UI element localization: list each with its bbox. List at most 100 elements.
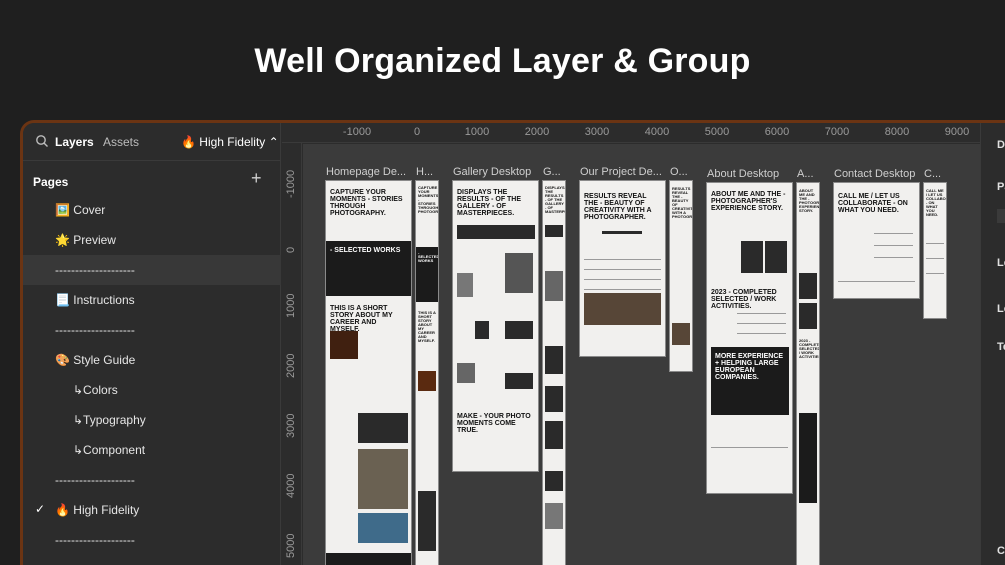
frame-headline: 2023 - COMPLETED SELECTED / WORK ACTIVIT… (711, 289, 777, 310)
page-item-label: ↳Typography (73, 413, 146, 427)
ruler-tick: 0 (285, 246, 297, 253)
page-item-style-guide[interactable]: 🎨 Style Guide (23, 345, 281, 375)
panel-section-label[interactable]: Lo (997, 257, 1005, 269)
current-page-dropdown[interactable]: 🔥 High Fidelity ⌃ (181, 135, 279, 149)
divider-line (584, 259, 661, 260)
frame-label[interactable]: Our Project De... (580, 166, 665, 178)
divider-line (584, 289, 661, 290)
design-canvas[interactable]: Homepage De... CAPTURE YOUR MOMENTS - ST… (303, 144, 980, 565)
page-item-label: -------------------- (55, 323, 135, 337)
form-field-line (874, 245, 913, 246)
frame-label[interactable]: C... (924, 168, 946, 180)
panel-section-label[interactable]: Pa (997, 181, 1005, 193)
page-item-instructions[interactable]: 📃 Instructions (23, 285, 281, 315)
horizontal-ruler: -1000 0 1000 2000 3000 4000 5000 6000 70… (282, 123, 1005, 143)
frame-headline: MORE EXPERIENCE + HELPING LARGE EUROPEAN… (715, 353, 784, 381)
page-item-preview[interactable]: 🌟 Preview (23, 225, 281, 255)
frame-gallery-mobile[interactable]: DISPLAYS THE RESULTS - OF THE GALLERY - … (542, 180, 566, 565)
divider-line (584, 269, 661, 270)
thumbnail-image (545, 271, 563, 301)
project-image (584, 293, 661, 325)
ruler-tick: 1000 (285, 293, 297, 318)
thumbnail-image (475, 321, 489, 339)
page-item-divider[interactable]: -------------------- (23, 465, 281, 495)
thumbnail-image (545, 471, 563, 491)
tab-layers[interactable]: Layers (55, 135, 94, 149)
divider-line (737, 313, 786, 314)
frame-contact-desktop[interactable]: CALL ME / LET US COLLABORATE - ON WHAT Y… (833, 182, 920, 299)
frame-homepage-mobile[interactable]: CAPTURE YOUR MOMENTS - STORIES THROUGH P… (415, 180, 439, 565)
divider-line (711, 447, 788, 448)
frame-label[interactable]: Contact Desktop (834, 168, 919, 180)
frame-label[interactable]: A... (797, 168, 819, 180)
frame-label[interactable]: Gallery Desktop (453, 166, 538, 178)
page-item-typography[interactable]: ↳Typography (23, 405, 281, 435)
thumbnail-image (358, 513, 408, 543)
frame-gallery-desktop[interactable]: DISPLAYS THE RESULTS - OF THE GALLERY - … (452, 180, 539, 472)
ruler-tick: 3000 (285, 413, 297, 438)
frame-headline: DISPLAYS THE RESULTS - OF THE GALLERY - … (545, 185, 565, 214)
ruler-tick: -1000 (342, 126, 372, 138)
ruler-tick: 1000 (464, 126, 490, 138)
frame-headline: RESULTS REVEAL THE - BEAUTY OF CREATIVIT… (672, 186, 692, 219)
image-strip (457, 225, 535, 239)
page-item-high-fidelity[interactable]: ✓ 🔥 High Fidelity (23, 495, 281, 525)
thumbnail-image (545, 503, 563, 529)
frame-homepage-desktop[interactable]: CAPTURE YOUR MOMENTS - STORIES THROUGH P… (325, 180, 412, 565)
frame-label[interactable]: About Desktop (707, 168, 792, 180)
search-icon[interactable] (35, 134, 49, 148)
panel-section-label[interactable]: Lo (997, 303, 1005, 315)
ruler-tick: 7000 (824, 126, 850, 138)
frame-headline: DISPLAYS THE RESULTS - OF THE GALLERY - … (457, 189, 522, 217)
page-item-colors[interactable]: ↳Colors (23, 375, 281, 405)
frame-about-mobile[interactable]: ABOUT ME AND THE - PHOTOGRAPHER'S EXPERI… (796, 182, 820, 565)
ruler-tick: 5000 (704, 126, 730, 138)
frame-label[interactable]: G... (543, 166, 565, 178)
frame-headline: CALL ME / LET US COLLABORATE - ON WHAT Y… (838, 193, 908, 214)
page-item-divider[interactable]: -------------------- (23, 315, 281, 345)
vertical-ruler: -1000 0 1000 2000 3000 4000 5000 (282, 143, 302, 565)
panel-section-label[interactable]: Te (997, 341, 1005, 353)
panel-section-label[interactable]: De (997, 139, 1005, 151)
thumbnail-image (330, 331, 358, 359)
frame-headline: THIS IS A SHORT STORY ABOUT MY CAREER AN… (418, 310, 436, 343)
frame-headline: - SELECTED WORKS (418, 250, 438, 263)
frame-label[interactable]: O... (670, 166, 692, 178)
frame-headline: THIS IS A SHORT STORY ABOUT MY CAREER AN… (330, 305, 393, 333)
sidebar-tabs: Layers Assets 🔥 High Fidelity ⌃ (23, 123, 280, 161)
pages-heading: Pages (33, 175, 69, 189)
frame-label[interactable]: H... (416, 166, 438, 178)
page-item-label: -------------------- (55, 473, 135, 487)
frame-headline: - SELECTED WORKS (330, 247, 401, 254)
divider-line (584, 279, 661, 280)
design-panel: De Pa Lo Lo Te Co (980, 123, 1005, 565)
ruler-tick: 9000 (944, 126, 970, 138)
portrait-image (765, 241, 787, 273)
frame-label[interactable]: Homepage De... (326, 166, 411, 178)
banner: Well Organized Layer & Group (0, 0, 1005, 120)
page-item-divider[interactable]: -------------------- (23, 525, 281, 555)
panel-section-label[interactable]: Co (997, 545, 1005, 557)
frame-project-mobile[interactable]: RESULTS REVEAL THE - BEAUTY OF CREATIVIT… (669, 180, 693, 372)
frame-headline: ABOUT ME AND THE - PHOTOGRAPHER'S EXPERI… (799, 188, 819, 213)
form-field-line (926, 258, 944, 259)
ruler-tick: 8000 (884, 126, 910, 138)
frame-project-desktop[interactable]: RESULTS REVEAL THE - BEAUTY OF CREATIVIT… (579, 180, 666, 357)
page-item-divider[interactable]: -------------------- (23, 255, 281, 285)
add-page-button[interactable]: + (251, 169, 262, 187)
thumbnail-image (418, 491, 436, 551)
frame-about-desktop[interactable]: ABOUT ME AND THE - PHOTOGRAPHER'S EXPERI… (706, 182, 793, 494)
thumbnail-image (545, 386, 563, 412)
frame-contact-mobile[interactable]: CALL ME / LET US COLLABORATE - ON WHAT Y… (923, 182, 947, 319)
page-item-label: -------------------- (55, 533, 135, 547)
thumbnail-image (457, 273, 473, 297)
ruler-tick: 2000 (285, 353, 297, 378)
panel-field[interactable] (997, 209, 1005, 223)
thumbnail-image (545, 346, 563, 374)
tab-assets[interactable]: Assets (103, 135, 139, 149)
page-item-cover[interactable]: 🖼️ Cover (23, 195, 281, 225)
thumbnail-image (545, 225, 563, 237)
page-item-component[interactable]: ↳Component (23, 435, 281, 465)
divider-line (737, 333, 786, 334)
page-item-label: 📃 Instructions (55, 293, 135, 307)
